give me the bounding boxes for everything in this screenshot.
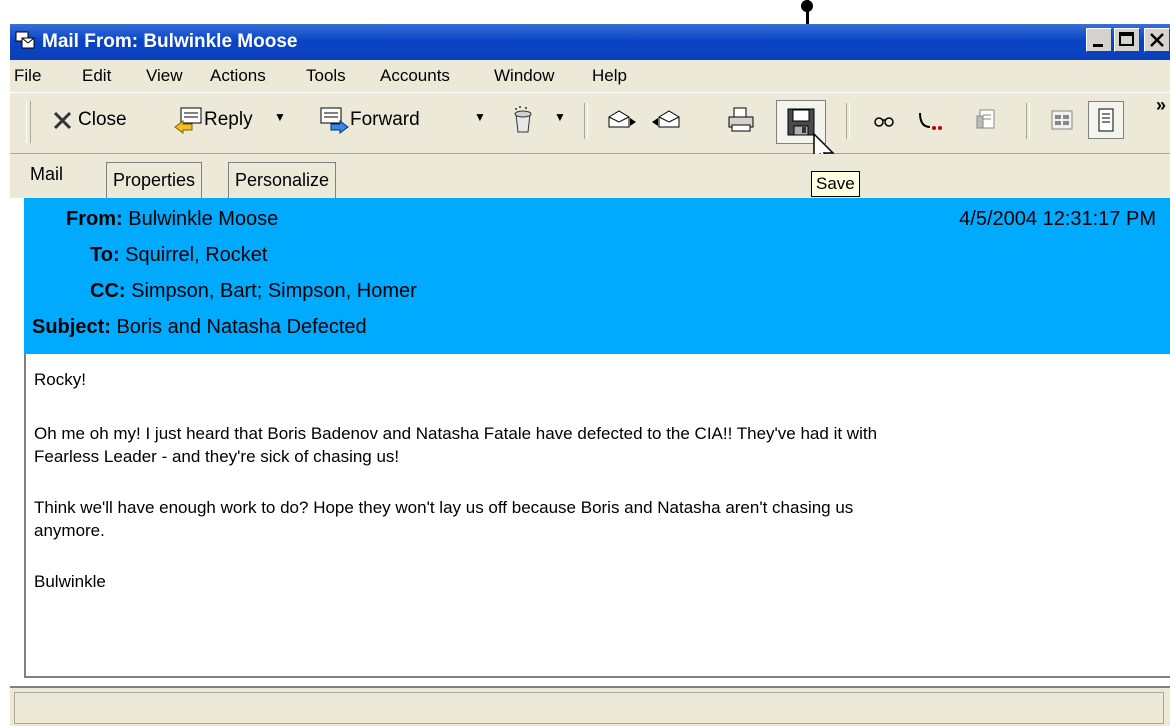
- tab-mail[interactable]: Mail: [24, 154, 72, 198]
- body-line: Rocky!: [34, 370, 86, 389]
- menu-window[interactable]: Window: [494, 66, 554, 86]
- toolbar-separator: [584, 103, 588, 139]
- toolbar-separator: [846, 103, 850, 139]
- body-line: Fearless Leader - and they're sick of ch…: [34, 447, 400, 466]
- categories-button[interactable]: [974, 103, 1002, 137]
- reply-button[interactable]: Reply: [172, 103, 253, 137]
- preview-pane-button[interactable]: [1048, 103, 1076, 137]
- message-header: From: Bulwinkle Moose To: Squirrel, Rock…: [24, 198, 1170, 354]
- forward-icon: [318, 105, 350, 135]
- save-tooltip: Save: [811, 171, 860, 197]
- toolbar-overflow-chevron[interactable]: »: [1156, 95, 1166, 116]
- tab-personalize[interactable]: Personalize: [228, 162, 337, 198]
- delete-button[interactable]: [508, 103, 538, 137]
- next-message-icon: [650, 107, 682, 133]
- tab-properties[interactable]: Properties: [106, 162, 203, 198]
- menu-view[interactable]: View: [146, 66, 183, 86]
- body-line: Think we'll have enough work to do? Hope…: [34, 498, 854, 517]
- move-to-folder-icon: [916, 107, 948, 133]
- cc-row: CC: Simpson, Bart; Simpson, Homer: [90, 280, 417, 303]
- to-value[interactable]: Squirrel, Rocket: [125, 244, 267, 266]
- menu-actions[interactable]: Actions: [210, 66, 266, 86]
- forward-button[interactable]: Forward: [318, 103, 420, 137]
- subject-row: Subject: Boris and Natasha Defected: [32, 316, 367, 339]
- body-line: anymore.: [34, 521, 105, 540]
- received-date: 4/5/2004 12:31:17 PM: [959, 208, 1156, 230]
- move-to-folder-button[interactable]: [916, 103, 948, 137]
- preview-pane-icon: [1048, 106, 1076, 134]
- printer-icon: [726, 105, 756, 135]
- toolbar-separator: [1026, 103, 1030, 139]
- status-bar: [10, 686, 1170, 726]
- subject-value: Boris and Natasha Defected: [116, 316, 367, 338]
- mail-window: Mail From: Bulwinkle Moose File Edit Vie…: [0, 0, 1170, 726]
- close-button[interactable]: Close: [50, 103, 127, 137]
- cc-value[interactable]: Simpson, Bart; Simpson, Homer: [131, 280, 417, 302]
- reply-dropdown-arrow[interactable]: ▼: [274, 110, 286, 124]
- tab-strip: Mail Properties Personalize: [10, 154, 1170, 198]
- signature: Bulwinkle: [34, 572, 106, 591]
- to-row: To: Squirrel, Rocket: [90, 244, 267, 267]
- menu-tools[interactable]: Tools: [306, 66, 346, 86]
- minimize-button[interactable]: [1086, 28, 1112, 52]
- mail-window-icon: [14, 29, 36, 51]
- toolbar: Close Reply ▼ Forward ▼ ▼ »: [10, 92, 1170, 154]
- title-bar[interactable]: Mail From: Bulwinkle Moose: [10, 24, 1170, 60]
- next-message-button[interactable]: [650, 103, 682, 137]
- find-button[interactable]: [872, 103, 896, 137]
- menu-edit[interactable]: Edit: [82, 66, 111, 86]
- message-body[interactable]: Rocky! Oh me oh my! I just heard that Bo…: [24, 354, 1170, 678]
- window-title: Mail From: Bulwinkle Moose: [42, 31, 298, 52]
- reply-icon: [172, 105, 204, 135]
- close-icon: [50, 107, 76, 133]
- binoculars-icon: [872, 108, 896, 132]
- forward-button-label: Forward: [350, 109, 420, 130]
- status-panel: [14, 692, 1164, 724]
- menu-help[interactable]: Help: [592, 66, 627, 86]
- categories-icon: [974, 106, 1002, 134]
- reading-view-icon: [1096, 106, 1116, 134]
- subject-label: Subject:: [32, 316, 111, 338]
- forward-dropdown-arrow[interactable]: ▼: [474, 110, 486, 124]
- reply-button-label: Reply: [204, 109, 253, 130]
- close-window-button[interactable]: [1144, 28, 1170, 52]
- from-label: From:: [66, 208, 123, 230]
- cc-label: CC:: [90, 280, 126, 302]
- menu-file[interactable]: File: [14, 66, 41, 86]
- maximize-button[interactable]: [1114, 28, 1140, 52]
- from-value[interactable]: Bulwinkle Moose: [128, 208, 278, 230]
- previous-message-button[interactable]: [606, 103, 638, 137]
- print-button[interactable]: [726, 103, 756, 137]
- menu-accounts[interactable]: Accounts: [380, 66, 450, 86]
- body-line: Oh me oh my! I just heard that Boris Bad…: [34, 424, 878, 443]
- close-button-label: Close: [78, 109, 127, 130]
- previous-message-icon: [606, 107, 638, 133]
- delete-dropdown-arrow[interactable]: ▼: [554, 110, 566, 124]
- window-frame-left: [0, 20, 10, 726]
- to-label: To:: [90, 244, 120, 266]
- trash-icon: [508, 105, 538, 135]
- toolbar-grip[interactable]: [26, 101, 31, 143]
- from-row: From: Bulwinkle Moose: [66, 208, 278, 231]
- reading-view-button[interactable]: [1088, 101, 1124, 139]
- menu-bar: File Edit View Actions Tools Accounts Wi…: [10, 60, 1170, 92]
